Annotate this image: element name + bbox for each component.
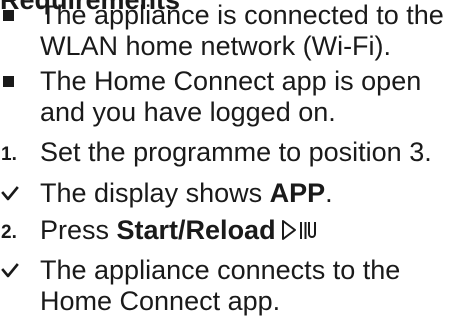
result-prefix: The display shows (40, 178, 270, 208)
step-text: Press Start/Reload (40, 215, 454, 246)
result-text: The appliance connects to the Home Conne… (40, 255, 454, 317)
requirement-line: and you have logged on. (40, 97, 336, 127)
checkmark-icon (1, 263, 19, 278)
result-line: Home Connect app. (40, 286, 281, 316)
requirement-text: The appliance is connected to the WLAN h… (40, 0, 454, 62)
requirement-line: The Home Connect app is open (40, 66, 422, 96)
result-text: The display shows APP. (40, 178, 454, 209)
start-reload-icon (281, 220, 316, 240)
step-number: 2. (1, 222, 17, 243)
result-line: The appliance connects to the (40, 255, 401, 285)
step-number: 1. (1, 144, 17, 165)
display-code: APP (269, 178, 326, 208)
step-prefix: Press (40, 215, 117, 245)
square-bullet-icon (3, 10, 14, 21)
result-suffix: . (325, 178, 333, 208)
step-text: Set the programme to position 3. (40, 137, 432, 167)
requirement-line: The appliance is connected to the (40, 0, 444, 30)
requirement-text: The Home Connect app is open and you hav… (40, 66, 454, 128)
square-bullet-icon (3, 76, 14, 87)
checkmark-icon (1, 186, 19, 201)
button-name: Start/Reload (116, 215, 276, 245)
requirement-line: WLAN home network (Wi-Fi). (40, 31, 392, 61)
instruction-page: Requirements The appliance is connected … (0, 0, 454, 316)
